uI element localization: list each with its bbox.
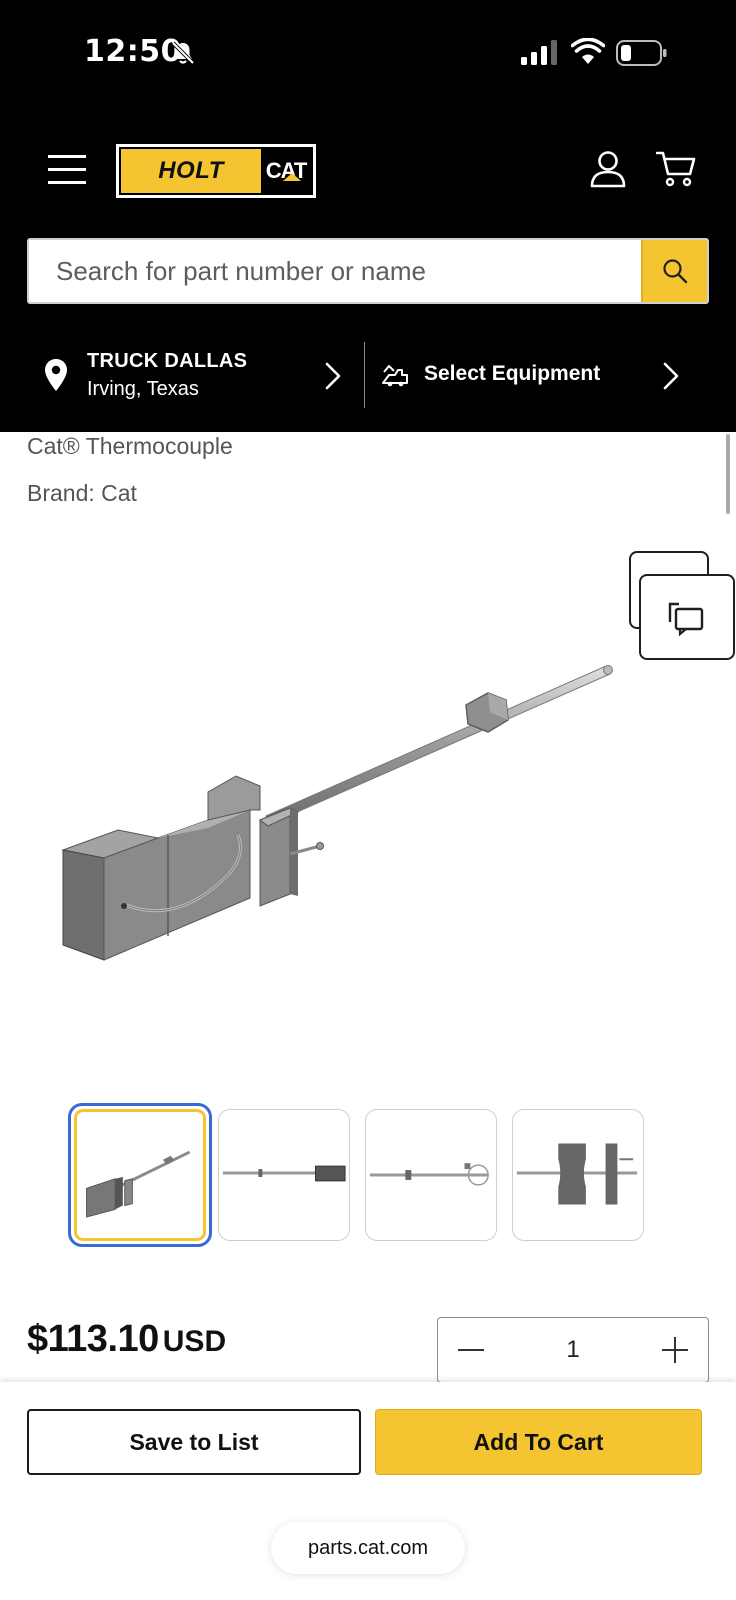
thumbnail-3-image [369, 1163, 489, 1186]
top-nav: HOLT CAT [0, 140, 736, 200]
location-divider [364, 342, 365, 408]
signal-icon [521, 40, 557, 65]
thumbnail-2-image [222, 1165, 346, 1182]
minus-icon [458, 1349, 484, 1351]
price-amount: $113.10 [27, 1318, 159, 1360]
chevron-right-icon[interactable] [660, 362, 682, 390]
product-main-image[interactable] [58, 660, 628, 980]
thumbnail-strip [68, 1103, 668, 1247]
bell-slash-icon [171, 41, 195, 65]
search-bar [27, 238, 709, 304]
add-to-cart-button[interactable]: Add To Cart [375, 1409, 702, 1475]
search-icon [663, 259, 688, 284]
compare-button[interactable] [639, 574, 735, 660]
thumbnail-3[interactable] [365, 1109, 497, 1241]
search-button[interactable] [641, 240, 707, 302]
quantity-stepper: 1 [437, 1317, 709, 1383]
cart-icon[interactable] [656, 150, 696, 188]
holt-cat-logo[interactable]: HOLT CAT [116, 144, 316, 198]
quantity-input[interactable]: 1 [504, 1318, 642, 1382]
status-bar: 12:50 [0, 0, 736, 110]
price-currency: USD [162, 1325, 227, 1358]
search-input[interactable] [29, 240, 641, 302]
wifi-icon [571, 38, 605, 64]
scrollbar[interactable] [726, 434, 730, 514]
store-city[interactable]: Irving, Texas [87, 378, 199, 401]
product-price: $113.10 USD [27, 1318, 226, 1361]
compare-icon [668, 602, 704, 636]
thumbnail-1-image [86, 1150, 191, 1218]
thumbnail-4-image [516, 1143, 638, 1205]
store-name[interactable]: TRUCK DALLAS [87, 350, 247, 373]
logo-holt-text: HOLT [158, 157, 224, 184]
product-brand: Brand: Cat [27, 480, 137, 506]
location-bar: TRUCK DALLAS Irving, Texas Select Equipm… [0, 340, 736, 410]
plus-icon [662, 1337, 688, 1363]
status-time: 12:50 [84, 34, 182, 69]
decrease-quantity-button[interactable] [438, 1318, 504, 1382]
thumbnail-4[interactable] [512, 1109, 644, 1241]
thumbnail-2[interactable] [218, 1109, 350, 1241]
bottom-action-bar: Save to List Add To Cart parts.cat.com [0, 1382, 736, 1600]
menu-icon[interactable] [48, 152, 86, 186]
increase-quantity-button[interactable] [642, 1318, 708, 1382]
battery-icon [616, 40, 667, 66]
logo-cat-text: CAT [261, 149, 311, 193]
app-header: 12:50 HOLT CAT Search for part number or… [0, 0, 736, 432]
equipment-icon [382, 365, 408, 387]
location-pin-icon[interactable] [44, 358, 68, 392]
account-icon[interactable] [590, 150, 626, 188]
thumbnail-1[interactable] [68, 1103, 212, 1247]
chevron-right-icon[interactable] [322, 362, 344, 390]
browser-url-bar[interactable]: parts.cat.com [271, 1522, 465, 1574]
select-equipment-button[interactable]: Select Equipment [424, 362, 600, 386]
product-title: Cat® Thermocouple [27, 433, 233, 459]
save-to-list-button[interactable]: Save to List [27, 1409, 361, 1475]
